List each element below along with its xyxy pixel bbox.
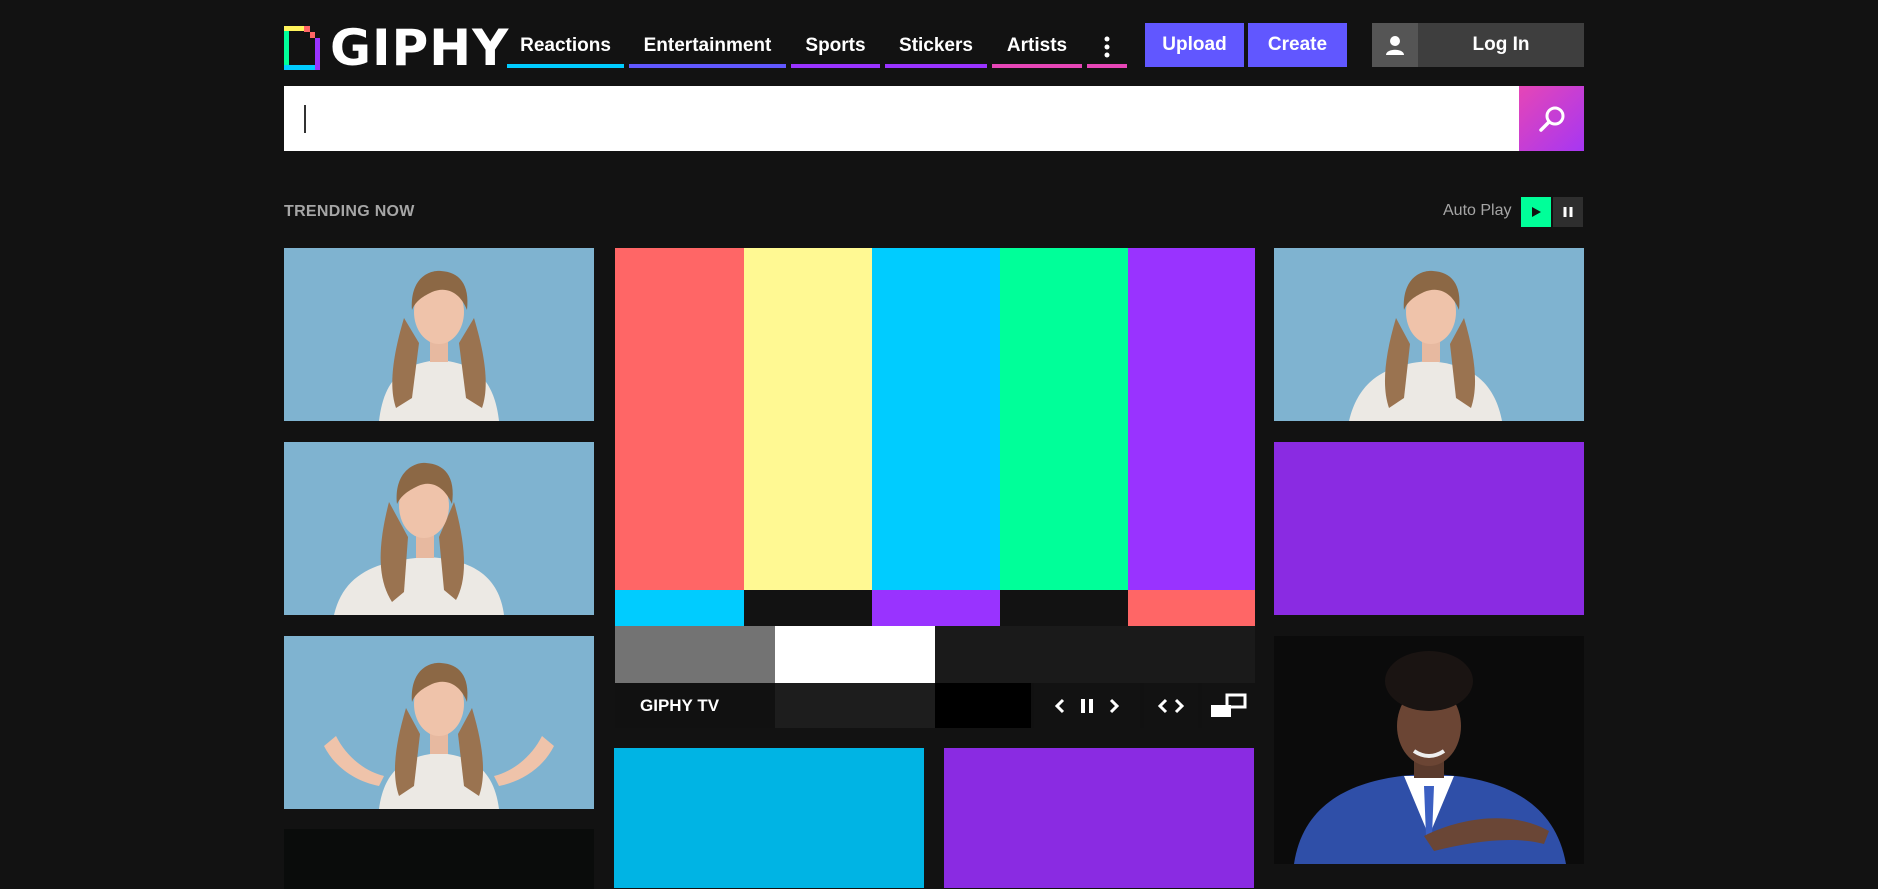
tv-color-bar (744, 590, 872, 626)
user-icon (1386, 36, 1404, 55)
search-bar (284, 86, 1584, 153)
giphy-wordmark: GIPHY (330, 19, 510, 77)
gif-thumbnail-woman (379, 270, 499, 421)
nav-more-button[interactable] (1087, 24, 1127, 68)
search-input[interactable] (302, 86, 1496, 153)
gif-tile[interactable] (614, 748, 924, 888)
nav-more-underline (1087, 64, 1127, 68)
gif-thumbnail-man-suit (1294, 651, 1566, 864)
gif-tile[interactable] (284, 829, 594, 889)
upload-button[interactable]: Upload (1145, 23, 1244, 67)
gif-tile[interactable] (1274, 248, 1584, 421)
gif-tile[interactable] (1274, 442, 1584, 615)
tv-color-bar (872, 590, 1000, 626)
tv-color-bar (744, 248, 872, 590)
play-icon (1532, 207, 1541, 217)
nav-entertainment-underline (629, 64, 786, 68)
giphy-logo[interactable]: GIPHY (284, 19, 510, 77)
tv-color-bar (775, 626, 935, 683)
trending-title: TRENDING NOW (284, 203, 415, 220)
tv-color-bar (1000, 590, 1128, 626)
tv-color-bar (1128, 590, 1255, 626)
tv-color-bar (935, 626, 1255, 683)
nav-reactions-label: Reactions (520, 35, 611, 56)
search-icon (1538, 106, 1564, 132)
login-label: Log In (1472, 34, 1530, 55)
gif-tile[interactable] (944, 748, 1254, 888)
pause-icon[interactable] (1079, 698, 1095, 714)
tv-caption-segment (775, 683, 935, 728)
nav-entertainment[interactable]: Entertainment (629, 24, 786, 68)
autoplay-play-button[interactable] (1521, 197, 1551, 227)
tv-color-bar (1128, 248, 1255, 590)
chevron-left-icon[interactable] (1053, 698, 1067, 714)
gif-tile[interactable] (284, 248, 594, 421)
nav-stickers[interactable]: Stickers (885, 24, 987, 68)
tv-color-bar (615, 590, 744, 626)
tv-color-bar (615, 626, 775, 683)
autoplay-label: Auto Play (1443, 202, 1512, 219)
nav-stickers-underline (885, 64, 987, 68)
tv-playback-controls (1034, 683, 1140, 728)
giphy-tv-player[interactable]: GIPHY TV (615, 248, 1255, 728)
search-button[interactable] (1519, 86, 1584, 151)
tv-title: GIPHY TV (640, 696, 720, 715)
nav-sports-underline (791, 64, 880, 68)
gif-tile[interactable] (284, 442, 594, 615)
nav-stickers-label: Stickers (899, 35, 973, 56)
tv-embed-button[interactable] (1144, 683, 1198, 728)
chevron-right-icon[interactable] (1107, 698, 1121, 714)
nav-sports-label: Sports (805, 35, 866, 56)
tv-popout-button[interactable] (1202, 683, 1255, 728)
login-button[interactable]: Log In (1372, 23, 1584, 67)
nav-entertainment-label: Entertainment (643, 35, 772, 56)
autoplay-pause-button[interactable] (1553, 197, 1583, 227)
nav-reactions[interactable]: Reactions (507, 24, 624, 68)
tv-color-bar (1000, 248, 1128, 590)
more-vertical-icon (1104, 36, 1110, 58)
user-icon-box (1372, 23, 1418, 67)
gif-thumbnail-woman-shrug (324, 662, 554, 809)
popout-window-icon (1210, 693, 1246, 717)
nav-reactions-underline (507, 64, 624, 68)
giphy-logo-icon (284, 26, 320, 70)
create-button[interactable]: Create (1248, 23, 1347, 67)
nav-artists[interactable]: Artists (992, 24, 1082, 68)
gif-thumbnail-woman (334, 462, 504, 615)
tv-color-bar (615, 248, 744, 590)
pause-icon (1563, 207, 1573, 217)
gif-tile[interactable] (1274, 636, 1584, 864)
nav-artists-underline (992, 64, 1082, 68)
code-embed-icon (1157, 698, 1185, 713)
tv-caption-segment (935, 683, 1031, 728)
gif-thumbnail-woman-cringe (1349, 270, 1502, 421)
gif-tile[interactable] (284, 636, 594, 809)
nav-sports[interactable]: Sports (791, 24, 880, 68)
tv-color-bar (872, 248, 1000, 590)
nav-artists-label: Artists (1006, 35, 1068, 56)
